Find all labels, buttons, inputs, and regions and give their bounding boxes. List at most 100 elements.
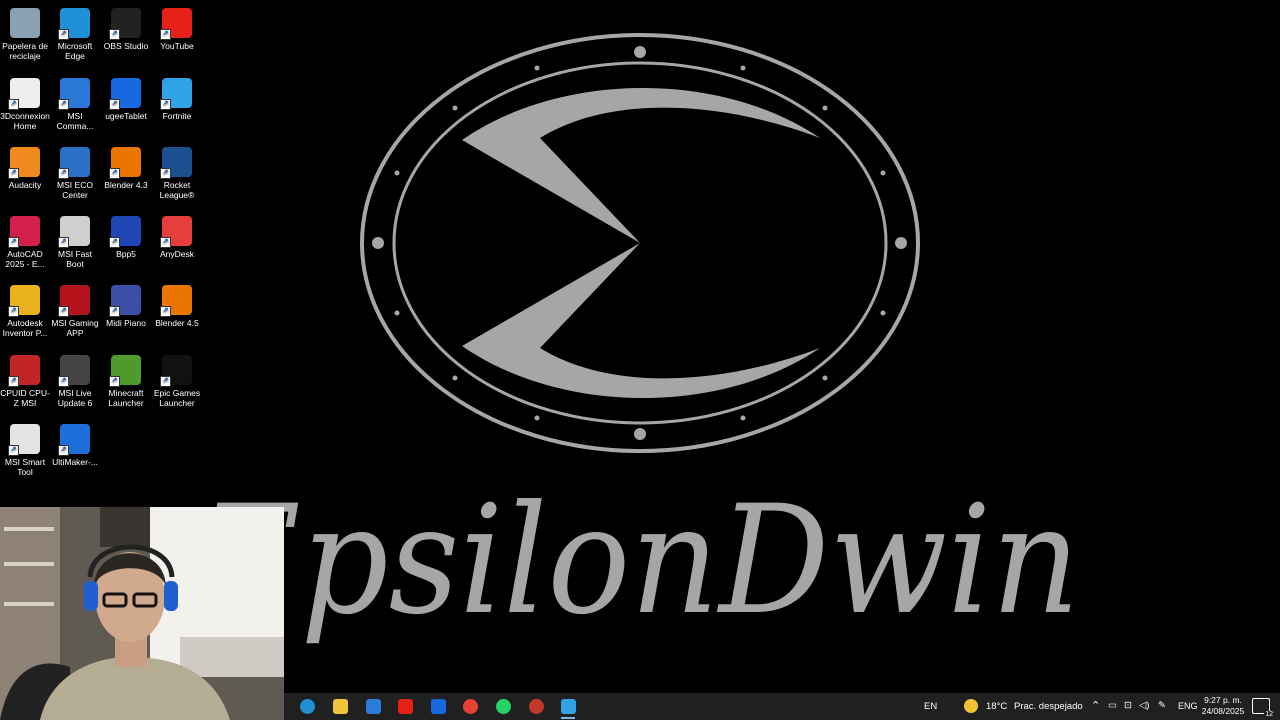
msi-center-icon: ↗	[58, 78, 90, 110]
weather-temp[interactable]: 18°C	[986, 701, 1007, 712]
weather-desc[interactable]: Prac. despejado	[1014, 701, 1083, 712]
desktop-icon-label: MSI Smart Tool	[4, 457, 46, 477]
desktop-icon[interactable]: ↗ Midi Piano	[101, 281, 151, 328]
shortcut-arrow-icon: ↗	[160, 29, 171, 40]
desktop-icon-label: AnyDesk	[159, 249, 194, 259]
blender-icon: ↗	[160, 285, 192, 317]
desktop-icon[interactable]: ↗ UltiMaker-...	[50, 420, 100, 467]
minecraft-icon: ↗	[109, 355, 141, 387]
shortcut-arrow-icon: ↗	[109, 29, 120, 40]
desktop-icon-label: Microsoft Edge	[57, 41, 93, 61]
desktop-icon-label: Blender 4.3	[104, 180, 148, 190]
desktop-icon-label: AutoCAD 2025 - E...	[5, 249, 45, 269]
shortcut-arrow-icon: ↗	[8, 376, 19, 387]
taskbar-app-edge[interactable]	[296, 697, 318, 716]
desktop-icon[interactable]: ↗ MSI Gaming APP	[50, 281, 100, 338]
pen-icon[interactable]: ✎	[1158, 700, 1166, 711]
desktop-icon-label: OBS Studio	[103, 41, 149, 51]
3dconnexion-icon: ↗	[8, 78, 40, 110]
desktop-icon-label: ugeeTablet	[105, 111, 147, 121]
monitor-icon[interactable]: ▭	[1108, 700, 1117, 711]
weather-moon-icon[interactable]	[964, 699, 978, 713]
desktop-icon[interactable]: ↗ Blender 4.3	[101, 143, 151, 190]
desktop-icon-label: CPUID CPU-Z MSI	[0, 388, 50, 408]
desktop-icon[interactable]: ↗ AnyDesk	[152, 212, 202, 259]
taskbar-app-youtube[interactable]	[394, 697, 416, 716]
shortcut-arrow-icon: ↗	[58, 29, 69, 40]
taskbar-app-store[interactable]	[362, 697, 384, 716]
network-icon[interactable]: ⊡	[1124, 700, 1132, 711]
taskbar-app-ugee[interactable]	[427, 697, 449, 716]
inventor-icon: ↗	[8, 285, 40, 317]
shortcut-arrow-icon: ↗	[109, 99, 120, 110]
msi-smart-tool-icon: ↗	[8, 424, 40, 456]
edge-icon	[299, 699, 315, 714]
desktop-icon[interactable]: ↗ ugeeTablet	[101, 74, 151, 121]
desktop-icon[interactable]: ↗ CPUID CPU-Z MSI	[0, 351, 50, 408]
desktop-icon[interactable]: ↗ MSI Smart Tool	[0, 420, 50, 477]
shortcut-arrow-icon: ↗	[109, 306, 120, 317]
desktop-icon[interactable]: ↗ MSI Live Update 6	[50, 351, 100, 408]
chevron-up-icon[interactable]: ⌃	[1091, 699, 1100, 712]
desktop-icon[interactable]: ↗ Blender 4.5	[152, 281, 202, 328]
cpuz-icon: ↗	[8, 355, 40, 387]
webcam-overlay	[0, 507, 284, 720]
msi-fastboot-icon: ↗	[58, 216, 90, 248]
desktop-icon[interactable]: ↗ Epic Games Launcher	[152, 351, 202, 408]
msi-eco-icon: ↗	[58, 147, 90, 179]
anydesk-icon: ↗	[160, 216, 192, 248]
taskbar-app-fortnite[interactable]	[557, 697, 579, 719]
taskbar-app-whatsapp[interactable]	[492, 697, 514, 716]
shortcut-arrow-icon: ↗	[160, 376, 171, 387]
shortcut-arrow-icon: ↗	[58, 99, 69, 110]
desktop-icon[interactable]: ↗ MSI Fast Boot	[50, 212, 100, 269]
desktop-icon[interactable]: ↗ 3Dconnexion Home	[0, 74, 50, 131]
store-icon	[365, 699, 381, 714]
taskbar-app-chrome[interactable]	[459, 697, 481, 716]
taskbar-app-obs[interactable]	[525, 697, 547, 716]
fortnite-icon: ↗	[160, 78, 192, 110]
desktop-icon[interactable]: ↗ Fortnite	[152, 74, 202, 121]
msi-live-update-icon: ↗	[58, 355, 90, 387]
desktop-icon[interactable]: ↗ MSI Comma...	[50, 74, 100, 131]
ugee-icon: ↗	[109, 78, 141, 110]
shortcut-arrow-icon: ↗	[8, 306, 19, 317]
desktop-icon[interactable]: ↗ MSI ECO Center	[50, 143, 100, 200]
midi-piano-icon: ↗	[109, 285, 141, 317]
taskbar-app-file-explorer[interactable]	[329, 697, 351, 716]
desktop-icon-label: Bpp5	[116, 249, 136, 259]
chrome-icon	[462, 699, 478, 714]
shortcut-arrow-icon: ↗	[8, 168, 19, 179]
desktop-icon-label: MSI Fast Boot	[57, 249, 92, 269]
fortnite-icon	[560, 699, 576, 714]
desktop-icon[interactable]: ↗ AutoCAD 2025 - E...	[0, 212, 50, 269]
desktop-icon[interactable]: ↗ Audacity	[0, 143, 50, 190]
shortcut-arrow-icon: ↗	[8, 99, 19, 110]
ugee-icon	[430, 699, 446, 714]
desktop-icon[interactable]: ↗ Bpp5	[101, 212, 151, 259]
shortcut-arrow-icon: ↗	[160, 168, 171, 179]
desktop-icon-label: Midi Piano	[106, 318, 146, 328]
desktop-icon[interactable]: ↗ YouTube	[152, 4, 202, 51]
desktop-icon[interactable]: ↗ Minecraft Launcher	[101, 351, 151, 408]
desktop-icon[interactable]: ↗ Autodesk Inventor P...	[0, 281, 50, 338]
desktop-icon[interactable]: ↗ Rocket League®	[152, 143, 202, 200]
desktop-icon[interactable]: ↗ OBS Studio	[101, 4, 151, 51]
notification-button[interactable]: 12	[1252, 698, 1274, 718]
desktop-icon[interactable]: ↗ Microsoft Edge	[50, 4, 100, 61]
clock[interactable]: 9:27 p. m. 24/08/2025	[1198, 695, 1248, 717]
language-indicator[interactable]: ENG	[1178, 701, 1198, 711]
desktop-icon-label: Autodesk Inventor P...	[2, 318, 48, 338]
input-indicator[interactable]: EN	[924, 701, 937, 712]
desktop-icon-label: Rocket League®	[159, 180, 195, 200]
shortcut-arrow-icon: ↗	[160, 237, 171, 248]
desktop-icon-label: 3Dconnexion Home	[0, 111, 50, 131]
volume-icon[interactable]: ◁)	[1139, 700, 1149, 711]
desktop-icon[interactable]: Papelera de reciclaje	[0, 4, 50, 61]
notification-count: 12	[1264, 711, 1274, 718]
shortcut-arrow-icon: ↗	[58, 168, 69, 179]
desktop-icon-label: MSI Live Update 6	[57, 388, 93, 408]
shortcut-arrow-icon: ↗	[8, 445, 19, 456]
desktop-icon-label: Papelera de reciclaje	[2, 41, 48, 61]
shortcut-arrow-icon: ↗	[58, 376, 69, 387]
